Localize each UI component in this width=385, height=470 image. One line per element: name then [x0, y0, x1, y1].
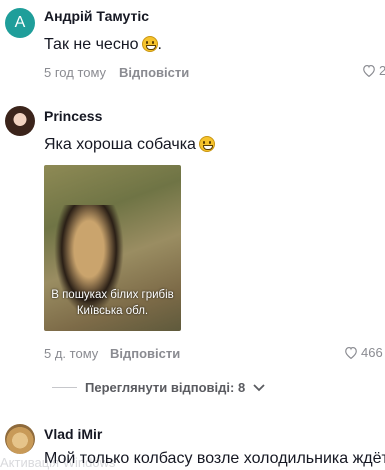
like-button[interactable]: 2 — [362, 63, 385, 78]
like-count: 466 — [361, 345, 383, 360]
comment-text: Яка хороша собачка — [44, 136, 215, 154]
like-count: 2 — [379, 63, 385, 78]
comment-text-body: Так не чесно — [44, 36, 139, 53]
comment-text-body: Яка хороша собачка — [44, 136, 196, 153]
avatar[interactable] — [5, 106, 35, 136]
reply-button[interactable]: Відповісти — [110, 346, 180, 361]
image-caption-line1: В пошуках білих грибів — [51, 289, 174, 301]
grinning-emoji-icon — [141, 36, 158, 52]
avatar-letter: A — [14, 14, 26, 31]
like-button[interactable]: 466 — [344, 345, 383, 360]
avatar[interactable]: A — [5, 8, 35, 38]
divider — [52, 387, 77, 388]
comment-time: 5 год тому — [44, 65, 107, 80]
view-replies-button[interactable]: Переглянути відповіді: 8 — [52, 380, 265, 395]
view-replies-label: Переглянути відповіді: 8 — [85, 380, 246, 395]
comment-image[interactable]: В пошуках білих грибів Київська обл. — [44, 165, 181, 331]
comment-text: Мой только колбасу возле холодильника жд… — [44, 450, 385, 467]
image-caption: В пошуках білих грибів Київська обл. — [44, 287, 181, 319]
image-caption-line2: Київська обл. — [76, 305, 149, 317]
chevron-down-icon — [253, 383, 265, 391]
comment-username[interactable]: Princess — [44, 108, 102, 124]
reply-button[interactable]: Відповісти — [119, 65, 189, 80]
grinning-emoji-icon — [198, 136, 215, 152]
avatar[interactable] — [5, 424, 35, 454]
comment-username[interactable]: Vlad iMir — [44, 426, 102, 442]
heart-icon — [363, 64, 375, 77]
heart-icon — [345, 346, 357, 359]
comment-username[interactable]: Андрій Тамутіс — [44, 8, 149, 24]
comment-text: Так не чесно. — [44, 36, 162, 53]
comment-time: 5 д. тому — [44, 346, 99, 361]
